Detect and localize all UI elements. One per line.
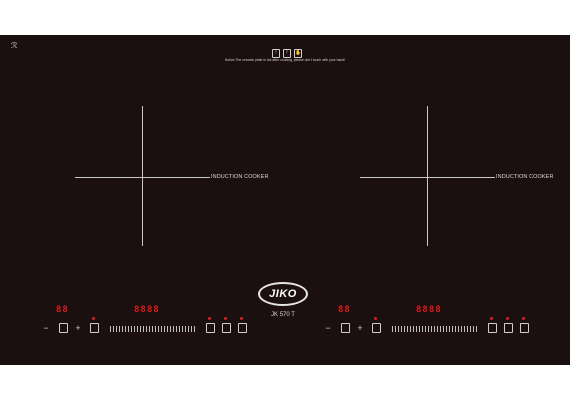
left-play-pause-icon[interactable] [222, 323, 231, 333]
right-power-indicator-led [522, 317, 525, 320]
right-power-display: 8888 [416, 305, 442, 315]
right-play-indicator-led [506, 317, 509, 320]
brand-logo: JIKO [258, 282, 308, 306]
left-timer-clock-icon[interactable] [59, 323, 68, 333]
right-play-pause-icon[interactable] [504, 323, 513, 333]
left-power-display: 8888 [134, 305, 160, 315]
left-zone-label: INDUCTION COOKER [211, 174, 269, 180]
right-zone-label: INDUCTION COOKER [496, 174, 554, 180]
left-pause-indicator-led [208, 317, 211, 320]
left-power-indicator-led [240, 317, 243, 320]
left-lock-icon[interactable] [90, 323, 99, 333]
right-timer-clock-icon[interactable] [341, 323, 350, 333]
no-touch-warning-icon: ✋ [294, 49, 302, 58]
caution-warning-icon: ! [283, 49, 291, 58]
left-minus-button[interactable]: − [42, 323, 50, 333]
right-power-icon[interactable] [520, 323, 529, 333]
left-power-icon[interactable] [238, 323, 247, 333]
right-lock-icon[interactable] [372, 323, 381, 333]
safety-notice: Notice:The ceramic plate is hot after co… [224, 58, 346, 62]
left-power-slider[interactable] [110, 326, 196, 332]
left-lock-indicator-led [92, 317, 95, 320]
right-timer-display: 88 [338, 305, 351, 315]
right-zone-vertical-line [427, 106, 428, 246]
right-plus-button[interactable]: + [356, 323, 364, 333]
right-lock-indicator-led [374, 317, 377, 320]
left-play-indicator-led [224, 317, 227, 320]
right-power-slider[interactable] [392, 326, 478, 332]
left-pause-icon[interactable] [206, 323, 215, 333]
brand-mark-icon: ℛ [11, 41, 18, 50]
right-pause-indicator-led [490, 317, 493, 320]
left-timer-display: 88 [56, 305, 69, 315]
left-zone-vertical-line [142, 106, 143, 246]
right-pause-icon[interactable] [488, 323, 497, 333]
model-number: JK 570 T [271, 312, 295, 318]
right-minus-button[interactable]: − [324, 323, 332, 333]
hot-surface-warning-icon: ! [272, 49, 280, 58]
left-plus-button[interactable]: + [74, 323, 82, 333]
